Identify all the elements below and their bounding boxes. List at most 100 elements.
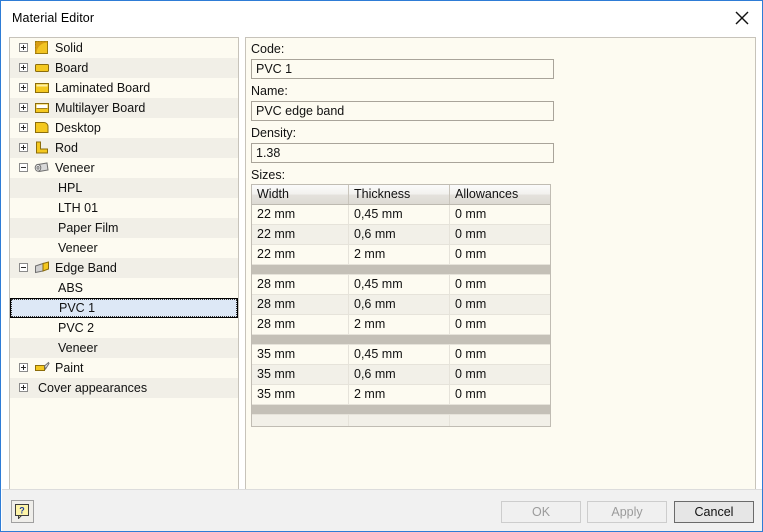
table-cell-width[interactable]: 22 mm xyxy=(252,245,349,264)
tree-item-rod[interactable]: Rod xyxy=(10,138,238,158)
table-cell-thickness[interactable]: 2 mm xyxy=(349,245,450,264)
table-cell-width[interactable]: 35 mm xyxy=(252,385,349,404)
table-row[interactable] xyxy=(252,415,550,426)
table-group-separator xyxy=(252,405,550,415)
table-cell-thickness[interactable]: 0,6 mm xyxy=(349,225,450,244)
code-input[interactable] xyxy=(251,59,554,79)
table-cell-thickness[interactable]: 0,45 mm xyxy=(349,205,450,224)
name-label: Name: xyxy=(251,84,288,98)
table-cell-thickness[interactable]: 2 mm xyxy=(349,315,450,334)
expand-icon[interactable] xyxy=(19,363,28,372)
table-row[interactable]: 22 mm 2 mm 0 mm xyxy=(252,245,550,265)
tree-item-lth-01[interactable]: LTH 01 xyxy=(10,198,238,218)
table-cell-width[interactable]: 22 mm xyxy=(252,205,349,224)
ok-button[interactable]: OK xyxy=(501,501,581,523)
tree-item-paper-film[interactable]: Paper Film xyxy=(10,218,238,238)
table-row[interactable]: 22 mm 0,45 mm 0 mm xyxy=(252,205,550,225)
tree-item-label: Board xyxy=(55,61,89,75)
material-detail-panel: Code: Name: Density: Sizes: WidthThickne… xyxy=(245,37,756,501)
table-row[interactable]: 28 mm 2 mm 0 mm xyxy=(252,315,550,335)
expand-icon[interactable] xyxy=(19,83,28,92)
tree-item-solid[interactable]: Solid xyxy=(10,38,238,58)
apply-button[interactable]: Apply xyxy=(587,501,667,523)
table-cell-allowances[interactable]: 0 mm xyxy=(450,225,550,244)
tree-item-edge-band[interactable]: Edge Band xyxy=(10,258,238,278)
density-label: Density: xyxy=(251,126,297,140)
table-row[interactable]: 28 mm 0,45 mm 0 mm xyxy=(252,275,550,295)
material-tree[interactable]: Solid Board Laminated Board Multilayer Boar… xyxy=(9,37,239,501)
table-cell-allowances[interactable]: 0 mm xyxy=(450,275,550,294)
table-cell-width[interactable]: 28 mm xyxy=(252,275,349,294)
collapse-icon[interactable] xyxy=(19,263,28,272)
help-icon[interactable]: ? xyxy=(11,500,34,523)
table-cell-width[interactable] xyxy=(252,415,349,426)
table-row[interactable]: 28 mm 0,6 mm 0 mm xyxy=(252,295,550,315)
table-cell-thickness[interactable]: 0,45 mm xyxy=(349,345,450,364)
table-cell-allowances[interactable]: 0 mm xyxy=(450,315,550,334)
table-row[interactable]: 35 mm 0,45 mm 0 mm xyxy=(252,345,550,365)
expand-icon[interactable] xyxy=(19,123,28,132)
table-row[interactable]: 22 mm 0,6 mm 0 mm xyxy=(252,225,550,245)
expand-icon[interactable] xyxy=(19,63,28,72)
cancel-button[interactable]: Cancel xyxy=(674,501,754,523)
tree-item-desktop[interactable]: Desktop xyxy=(10,118,238,138)
table-cell-allowances[interactable]: 0 mm xyxy=(450,365,550,384)
tree-item-label: Paper Film xyxy=(58,221,119,235)
table-row[interactable]: 35 mm 0,6 mm 0 mm xyxy=(252,365,550,385)
table-cell-thickness[interactable]: 0,6 mm xyxy=(349,365,450,384)
tree-item-hpl[interactable]: HPL xyxy=(10,178,238,198)
tree-item-label: Edge Band xyxy=(55,261,117,275)
close-icon[interactable] xyxy=(725,4,759,32)
table-cell-width[interactable]: 35 mm xyxy=(252,345,349,364)
column-header-thickness[interactable]: Thickness xyxy=(349,185,450,204)
name-input[interactable] xyxy=(251,101,554,121)
column-header-width[interactable]: Width xyxy=(252,185,349,204)
table-row[interactable]: 35 mm 2 mm 0 mm xyxy=(252,385,550,405)
tree-item-laminated-board[interactable]: Laminated Board xyxy=(10,78,238,98)
dialog-footer: ? OK Apply Cancel xyxy=(2,489,762,531)
collapse-icon[interactable] xyxy=(19,163,28,172)
table-group-separator xyxy=(252,335,550,345)
tree-item-paint[interactable]: Paint xyxy=(10,358,238,378)
table-cell-width[interactable]: 35 mm xyxy=(252,365,349,384)
tree-item-veneer[interactable]: Veneer xyxy=(10,338,238,358)
expand-icon[interactable] xyxy=(19,383,28,392)
table-cell-allowances[interactable]: 0 mm xyxy=(450,295,550,314)
density-input[interactable] xyxy=(251,143,554,163)
table-cell-allowances[interactable]: 0 mm xyxy=(450,205,550,224)
table-cell-thickness[interactable]: 2 mm xyxy=(349,385,450,404)
tree-item-board[interactable]: Board xyxy=(10,58,238,78)
laminated-board-icon xyxy=(34,81,50,95)
table-cell-allowances[interactable]: 0 mm xyxy=(450,385,550,404)
tree-item-label: Veneer xyxy=(58,341,98,355)
table-cell-width[interactable]: 28 mm xyxy=(252,295,349,314)
tree-item-abs[interactable]: ABS xyxy=(10,278,238,298)
table-cell-thickness[interactable]: 0,45 mm xyxy=(349,275,450,294)
edge-band-icon xyxy=(34,261,50,275)
tree-item-label: Veneer xyxy=(55,161,95,175)
tree-item-veneer[interactable]: Veneer xyxy=(10,238,238,258)
table-cell-allowances[interactable]: 0 mm xyxy=(450,345,550,364)
material-editor-dialog: Material Editor Solid Board Laminated Boar… xyxy=(0,0,763,532)
tree-item-pvc-2[interactable]: PVC 2 xyxy=(10,318,238,338)
table-cell-allowances[interactable]: 0 mm xyxy=(450,245,550,264)
expand-icon[interactable] xyxy=(19,143,28,152)
table-cell-width[interactable]: 22 mm xyxy=(252,225,349,244)
column-header-allowances[interactable]: Allowances xyxy=(450,185,550,204)
tree-item-veneer[interactable]: Veneer xyxy=(10,158,238,178)
expand-icon[interactable] xyxy=(19,43,28,52)
table-header-row: Width Thickness Allowances xyxy=(252,185,550,205)
table-cell-allowances[interactable] xyxy=(450,415,550,426)
sizes-table[interactable]: Width Thickness Allowances 22 mm 0,45 mm 0 mm… xyxy=(251,184,551,427)
tree-item-label: Rod xyxy=(55,141,78,155)
tree-item-label: Paint xyxy=(55,361,84,375)
table-cell-width[interactable]: 28 mm xyxy=(252,315,349,334)
tree-item-cover-appearances[interactable]: Cover appearances xyxy=(10,378,238,398)
expand-icon[interactable] xyxy=(19,103,28,112)
tree-item-pvc-1[interactable]: PVC 1 xyxy=(10,298,238,318)
table-cell-thickness[interactable]: 0,6 mm xyxy=(349,295,450,314)
table-cell-thickness[interactable] xyxy=(349,415,450,426)
tree-item-label: PVC 1 xyxy=(59,301,96,315)
tree-item-multilayer-board[interactable]: Multilayer Board xyxy=(10,98,238,118)
svg-text:?: ? xyxy=(19,505,25,515)
